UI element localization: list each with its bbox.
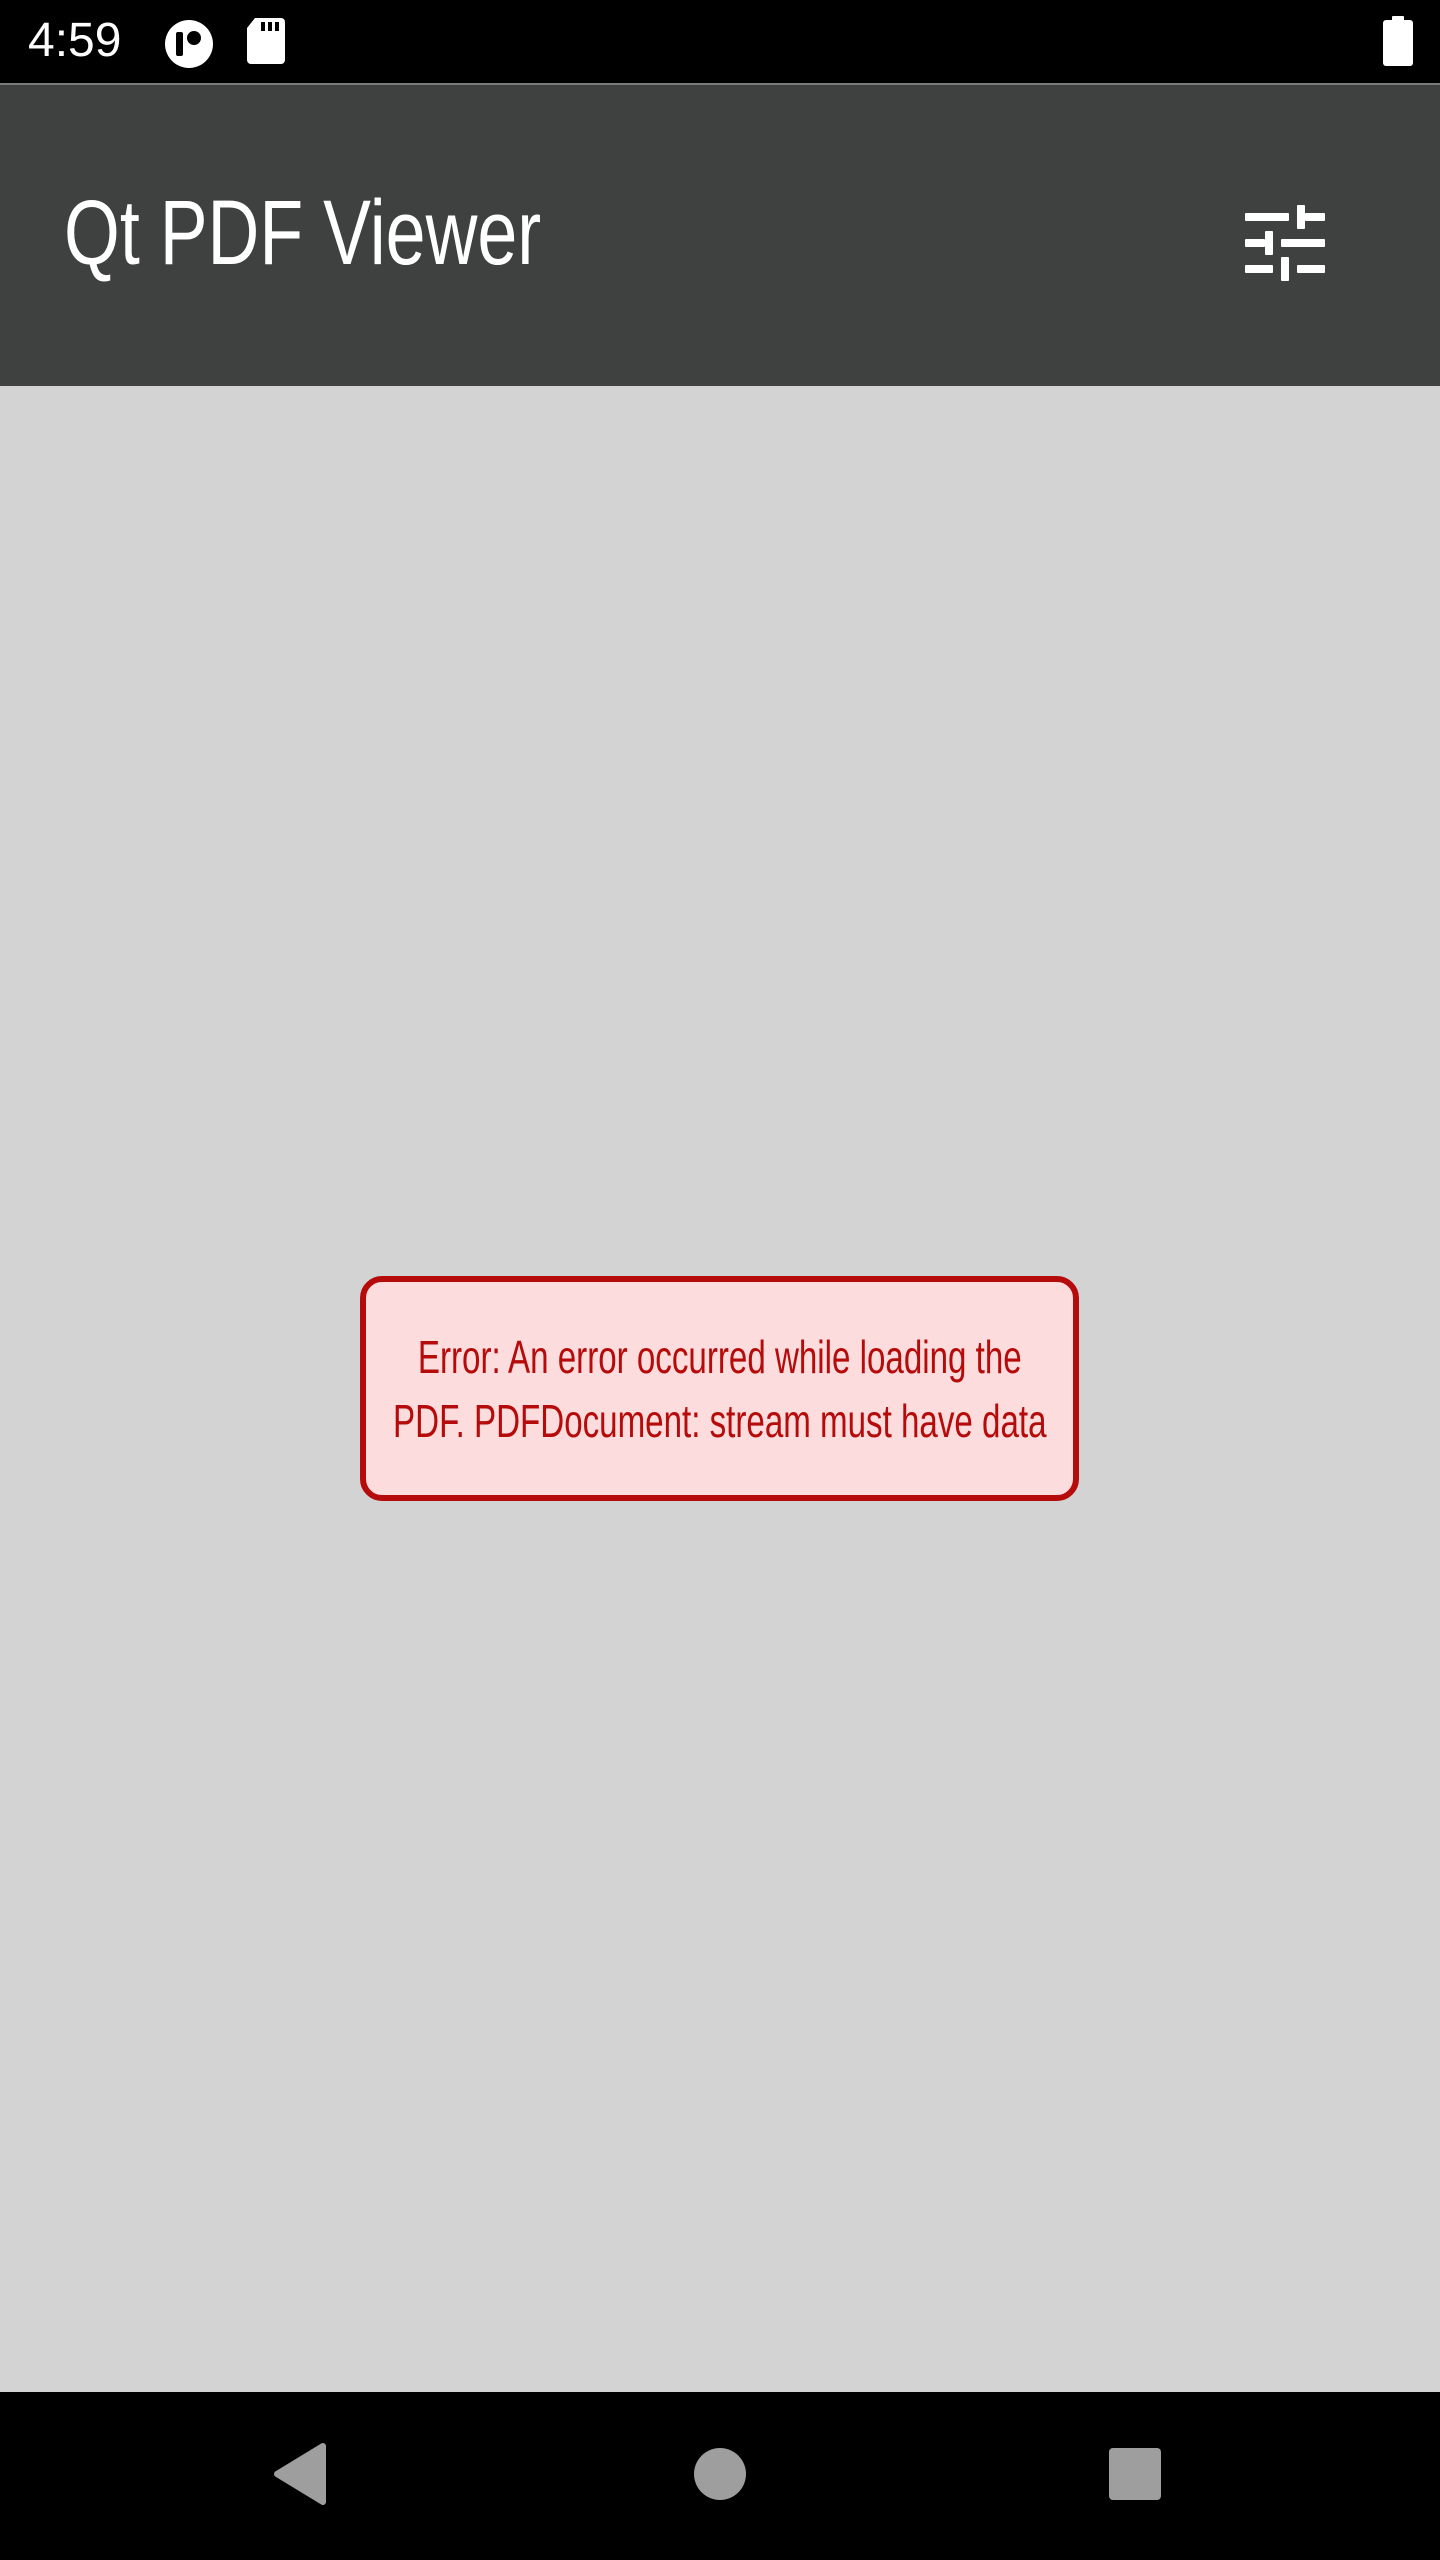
back-button[interactable] [261,2436,341,2516]
app-title: Qt PDF Viewer [64,182,542,284]
pdf-content-area: Error: An error occurred while loading t… [0,386,1440,2392]
status-bar: 4:59 [0,0,1440,83]
back-icon [271,2442,331,2511]
error-message-box: Error: An error occurred while loading t… [360,1276,1079,1501]
recents-button[interactable] [1095,2436,1175,2516]
app-bar: Qt PDF Viewer [0,83,1440,386]
app-notification-icon [163,18,215,75]
navigation-bar [0,2392,1440,2560]
status-time: 4:59 [28,14,122,67]
error-line-2: PDF. PDFDocument: stream must have data [392,1394,1047,1447]
error-message: Error: An error occurred while loading t… [393,1325,1046,1453]
error-line-1: Error: An error occurred while loading t… [417,1330,1022,1383]
settings-button[interactable] [1220,185,1350,305]
home-icon [693,2447,747,2506]
tune-sliders-icon [1245,204,1325,286]
sd-card-icon [247,18,285,69]
home-button[interactable] [680,2436,760,2516]
battery-icon [1383,16,1413,71]
recents-icon [1108,2447,1162,2506]
